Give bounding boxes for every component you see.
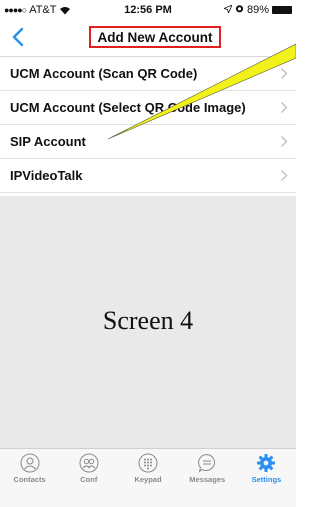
menu-item-label: SIP Account: [10, 134, 86, 149]
tab-label: Keypad: [134, 475, 162, 484]
empty-content-area: Screen 4: [0, 196, 296, 448]
tab-label: Settings: [251, 475, 282, 484]
navigation-bar: Add New Account: [0, 20, 296, 57]
tab-contacts[interactable]: Contacts: [0, 449, 59, 507]
location-icon: [222, 4, 233, 16]
menu-item-ipvideotalk[interactable]: IPVideoTalk: [0, 159, 296, 193]
menu-item-label: UCM Account (Select QR Code Image): [10, 100, 246, 115]
alarm-icon: [235, 4, 244, 16]
conference-icon: [79, 453, 99, 473]
battery-percent: 89%: [246, 4, 269, 16]
tab-label: Messages: [189, 475, 226, 484]
page-title: Add New Account: [89, 26, 221, 48]
messages-icon: [198, 453, 216, 473]
keypad-icon: [138, 453, 158, 473]
chevron-right-icon: [280, 169, 288, 182]
tab-label: Contacts: [13, 475, 46, 484]
back-button[interactable]: [6, 24, 30, 50]
tab-conf[interactable]: Conf: [59, 449, 118, 507]
tab-label: Conf: [80, 475, 98, 484]
status-right: 89%: [222, 4, 292, 16]
tab-settings[interactable]: Settings: [237, 449, 296, 507]
contacts-icon: [20, 453, 40, 473]
menu-item-ucm-scan-qr[interactable]: UCM Account (Scan QR Code): [0, 57, 296, 91]
status-bar: ●●●●○ AT&T 12:56 PM 89%: [0, 0, 296, 20]
battery-icon: [272, 6, 292, 14]
menu-item-label: IPVideoTalk: [10, 168, 83, 183]
chevron-left-icon: [12, 27, 24, 47]
settings-icon: [257, 454, 276, 472]
menu-item-ucm-select-qr-image[interactable]: UCM Account (Select QR Code Image): [0, 91, 296, 125]
account-type-list: UCM Account (Scan QR Code) UCM Account (…: [0, 57, 296, 193]
chevron-right-icon: [280, 135, 288, 148]
chevron-right-icon: [280, 101, 288, 114]
menu-item-sip-account[interactable]: SIP Account: [0, 125, 296, 159]
tab-bar: Contacts Conf Keypad Messages Settings: [0, 448, 296, 507]
menu-item-label: UCM Account (Scan QR Code): [10, 66, 198, 81]
chevron-right-icon: [280, 67, 288, 80]
tab-messages[interactable]: Messages: [178, 449, 237, 507]
screen-label: Screen 4: [102, 306, 194, 335]
tab-keypad[interactable]: Keypad: [118, 449, 177, 507]
